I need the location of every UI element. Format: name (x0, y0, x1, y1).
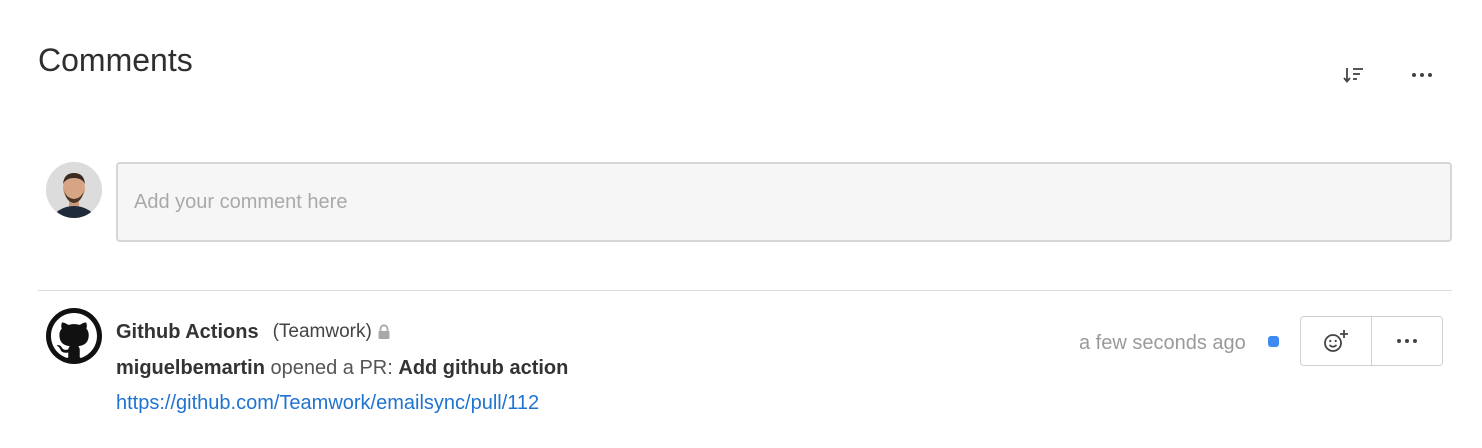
comment-action-text: opened a PR: (270, 357, 393, 379)
unread-indicator (1268, 336, 1279, 347)
pr-title: Add github action (398, 357, 569, 379)
comment-company: (Teamwork) (272, 321, 372, 342)
comment-actor: miguelbemartin (116, 357, 265, 379)
lock-icon (377, 324, 391, 340)
ellipsis-icon (1397, 339, 1417, 343)
panel-more-button[interactable] (1406, 59, 1438, 91)
page-title: Comments (38, 42, 193, 78)
comment-author[interactable]: Github Actions (116, 321, 259, 344)
add-reaction-button[interactable] (1301, 317, 1371, 365)
comment-more-button[interactable] (1371, 317, 1442, 365)
divider (38, 290, 1452, 291)
comment-timestamp: a few seconds ago (1079, 332, 1246, 354)
pr-link[interactable]: https://github.com/Teamwork/emailsync/pu… (116, 390, 539, 416)
ellipsis-icon (1412, 73, 1432, 77)
sort-button[interactable] (1338, 59, 1370, 91)
comments-panel: Comments Gi (0, 0, 1482, 448)
add-reaction-icon (1324, 330, 1348, 352)
comment-input[interactable] (116, 162, 1452, 242)
user-avatar (46, 162, 102, 218)
github-icon (51, 313, 97, 358)
comment-body: miguelbemartin opened a PR: Add github a… (116, 355, 568, 381)
sort-descending-icon (1343, 68, 1363, 83)
comment-author-line: Github Actions (Teamwork) (116, 319, 391, 345)
current-user-avatar (46, 162, 102, 218)
github-actions-avatar (46, 308, 102, 364)
comment-actions (1300, 316, 1443, 366)
